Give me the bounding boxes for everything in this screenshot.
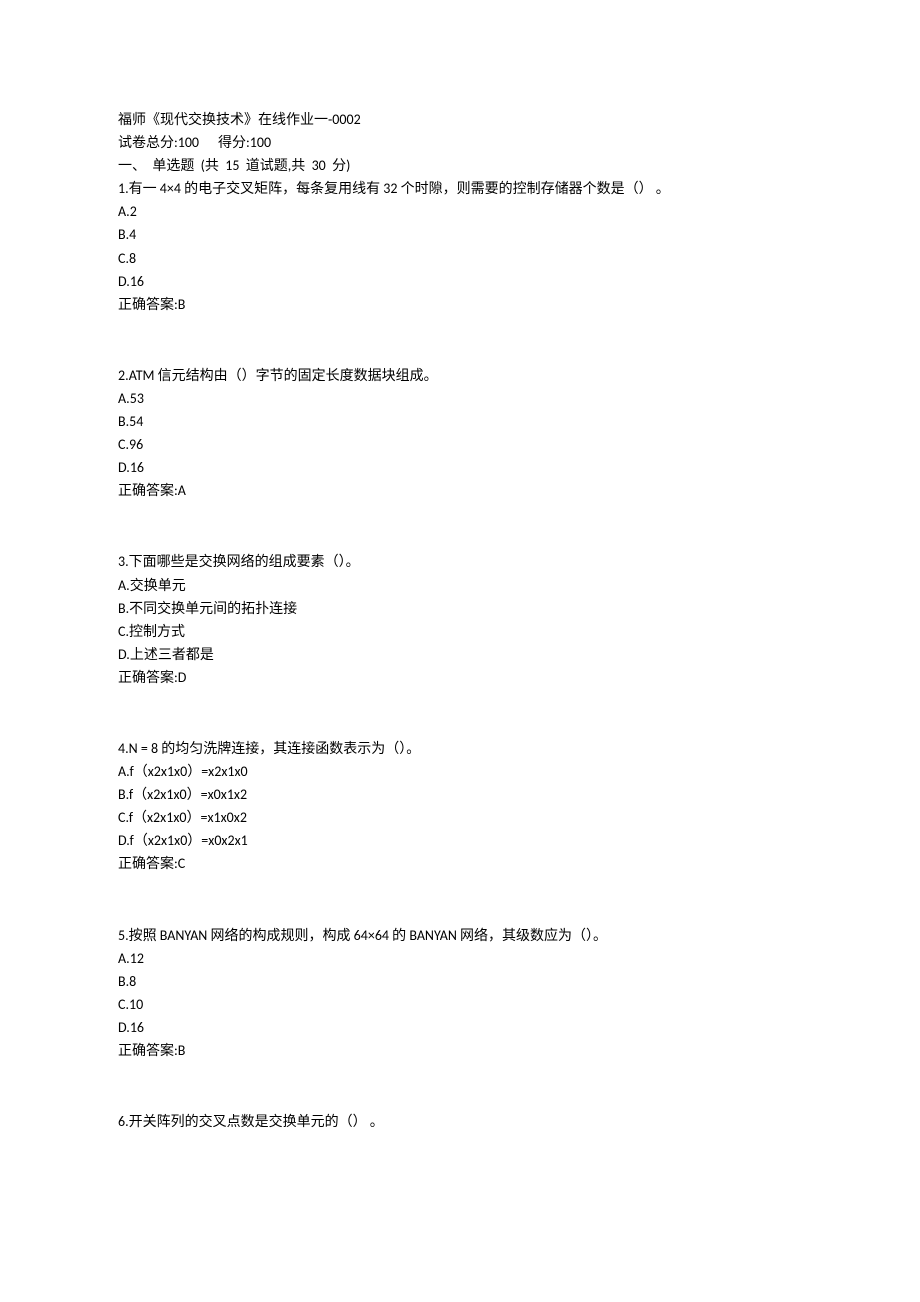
question-option: A.交换单元 [118, 574, 802, 597]
question-answer: 正确答案:B [118, 1039, 802, 1062]
question-spacer [118, 689, 802, 737]
question-option: B.8 [118, 970, 802, 993]
question-option: C.8 [118, 247, 802, 270]
question-option: A.2 [118, 200, 802, 223]
question-option: A.f（x2x1x0）=x2x1x0 [118, 760, 802, 783]
question-spacer [118, 1062, 802, 1110]
document-page: 福师《现代交换技术》在线作业一-0002 试卷总分:100 得分:100 一、 … [0, 0, 920, 1193]
question-option: C.f（x2x1x0）=x1x0x2 [118, 806, 802, 829]
question-stem: 2.ATM 信元结构由（）字节的固定长度数据块组成。 [118, 364, 802, 387]
question-option: C.控制方式 [118, 620, 802, 643]
document-title: 福师《现代交换技术》在线作业一-0002 [118, 108, 802, 131]
question-option: A.53 [118, 387, 802, 410]
question-spacer [118, 502, 802, 550]
question-answer: 正确答案:D [118, 666, 802, 689]
question-answer: 正确答案:B [118, 293, 802, 316]
question-answer: 正确答案:A [118, 479, 802, 502]
question-stem: 6.开关阵列的交叉点数是交换单元的（） 。 [118, 1110, 802, 1133]
question-option: B.不同交换单元间的拓扑连接 [118, 597, 802, 620]
score-line: 试卷总分:100 得分:100 [118, 131, 802, 154]
question-stem: 4.N = 8 的均匀洗牌连接，其连接函数表示为（）。 [118, 737, 802, 760]
question-option: B.54 [118, 410, 802, 433]
question-stem: 3.下面哪些是交换网络的组成要素（）。 [118, 550, 802, 573]
question-spacer [118, 876, 802, 924]
question-option: D.16 [118, 456, 802, 479]
question-option: D.f（x2x1x0）=x0x2x1 [118, 829, 802, 852]
question-answer: 正确答案:C [118, 852, 802, 875]
question-stem: 1.有一 4×4 的电子交叉矩阵，每条复用线有 32 个时隙，则需要的控制存储器… [118, 177, 802, 200]
question-option: A.12 [118, 947, 802, 970]
question-spacer [118, 316, 802, 364]
question-option: C.96 [118, 433, 802, 456]
question-option: B.4 [118, 223, 802, 246]
question-option: D.16 [118, 1016, 802, 1039]
question-option: D.上述三者都是 [118, 643, 802, 666]
section-header: 一、 单选题 (共 15 道试题,共 30 分) [118, 154, 802, 177]
question-option: B.f（x2x1x0）=x0x1x2 [118, 783, 802, 806]
question-stem: 5.按照 BANYAN 网络的构成规则，构成 64×64 的 BANYAN 网络… [118, 924, 802, 947]
question-option: C.10 [118, 993, 802, 1016]
question-option: D.16 [118, 270, 802, 293]
